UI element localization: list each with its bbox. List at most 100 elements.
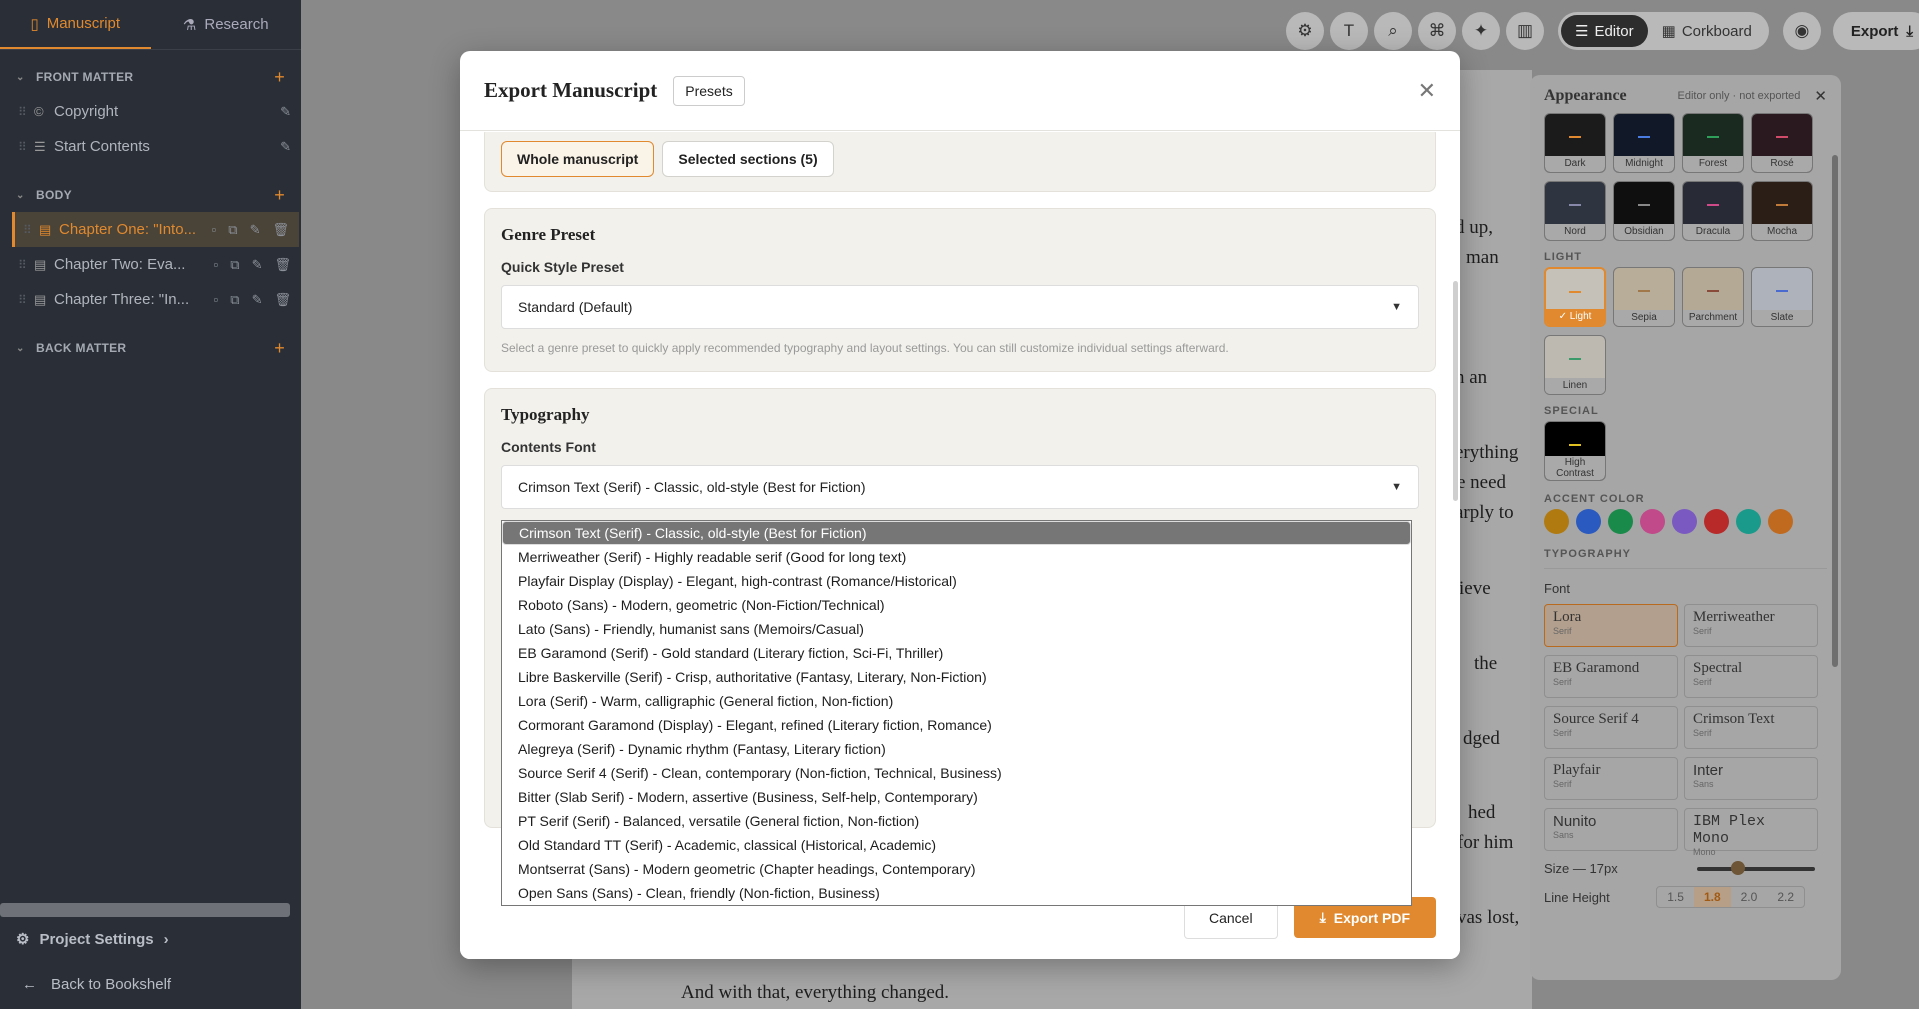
whole-manuscript-button[interactable]: Whole manuscript xyxy=(501,141,655,177)
font-option[interactable]: Old Standard TT (Serif) - Academic, clas… xyxy=(502,833,1411,857)
section-body[interactable]: ⌄ BODY + xyxy=(0,178,301,212)
accent-color-swatch[interactable] xyxy=(1672,509,1697,534)
theme-swatch[interactable]: Parchment xyxy=(1682,267,1744,327)
edit-icon[interactable]: ✎ xyxy=(250,222,261,238)
settings-icon[interactable]: ⚙ xyxy=(1286,12,1324,50)
drag-handle-icon[interactable]: ⠿ xyxy=(18,140,34,154)
delete-icon[interactable]: 🗑 xyxy=(274,257,291,273)
drag-handle-icon[interactable]: ⠿ xyxy=(18,293,34,307)
theme-swatch[interactable]: Nord xyxy=(1544,181,1606,241)
font-option[interactable]: Source Serif 4 (Serif) - Clean, contempo… xyxy=(502,761,1411,785)
add-icon[interactable]: + xyxy=(274,185,285,206)
editor-view-button[interactable]: ☰ Editor xyxy=(1561,15,1648,47)
duplicate-icon[interactable]: ⧉ xyxy=(228,222,237,238)
line-height-option[interactable]: 2.0 xyxy=(1731,887,1768,907)
modal-scrollbar[interactable] xyxy=(1453,281,1458,501)
quick-style-select[interactable]: Standard (Default) ▼ xyxy=(501,285,1419,329)
notes-icon[interactable]: ▫ xyxy=(212,222,217,237)
contents-font-select[interactable]: Crimson Text (Serif) - Classic, old-styl… xyxy=(501,465,1419,509)
edit-icon[interactable]: ✎ xyxy=(280,104,291,120)
tab-manuscript[interactable]: ▯ Manuscript xyxy=(0,0,151,49)
drag-handle-icon[interactable]: ⠿ xyxy=(23,223,39,237)
theme-swatch[interactable]: Rosé xyxy=(1751,113,1813,173)
font-choice[interactable]: Merriweather Serif xyxy=(1684,604,1818,647)
drag-handle-icon[interactable]: ⠿ xyxy=(18,258,34,272)
font-option[interactable]: Cormorant Garamond (Display) - Elegant, … xyxy=(502,713,1411,737)
sparkle-icon[interactable]: ✦ xyxy=(1462,12,1500,50)
font-choice[interactable]: Spectral Serif xyxy=(1684,655,1818,698)
font-choice[interactable]: Lora Serif xyxy=(1544,604,1678,647)
theme-swatch[interactable]: Dracula xyxy=(1682,181,1744,241)
panel-scrollbar[interactable] xyxy=(1832,155,1838,667)
notes-icon[interactable]: ▫ xyxy=(214,292,219,307)
delete-icon[interactable]: 🗑 xyxy=(274,292,291,308)
sidebar-item-chapter-one[interactable]: ⠿ ▤ Chapter One: "Into... ▫ ⧉ ✎ 🗑 xyxy=(12,212,299,247)
font-choice[interactable]: Playfair Serif xyxy=(1544,757,1678,800)
slider-knob[interactable] xyxy=(1731,860,1746,875)
font-option[interactable]: Crimson Text (Serif) - Classic, old-styl… xyxy=(502,521,1411,545)
font-choice[interactable]: Inter Sans xyxy=(1684,757,1818,800)
font-option[interactable]: Playfair Display (Display) - Elegant, hi… xyxy=(502,569,1411,593)
preview-eye-icon[interactable]: ◉ xyxy=(1782,12,1821,50)
notes-icon[interactable]: ▫ xyxy=(214,257,219,272)
sidebar-item-copyright[interactable]: ⠿ © Copyright ✎ xyxy=(0,94,301,129)
theme-swatch[interactable]: High Contrast xyxy=(1544,421,1606,481)
font-option[interactable]: Roboto (Sans) - Modern, geometric (Non-F… xyxy=(502,593,1411,617)
close-icon[interactable]: ✕ xyxy=(1418,78,1436,104)
font-option[interactable]: EB Garamond (Serif) - Gold standard (Lit… xyxy=(502,641,1411,665)
theme-swatch[interactable]: Linen xyxy=(1544,335,1606,395)
duplicate-icon[interactable]: ⧉ xyxy=(230,292,239,308)
theme-swatch[interactable]: Sepia xyxy=(1613,267,1675,327)
line-height-option[interactable]: 1.5 xyxy=(1657,887,1694,907)
delete-icon[interactable]: 🗑 xyxy=(272,222,289,238)
section-front-matter[interactable]: ⌄ FRONT MATTER + xyxy=(0,60,301,94)
selected-sections-button[interactable]: Selected sections (5) xyxy=(662,141,834,177)
add-icon[interactable]: + xyxy=(274,67,285,88)
font-option[interactable]: PT Serif (Serif) - Balanced, versatile (… xyxy=(502,809,1411,833)
sidebar-item-chapter-three[interactable]: ⠿ ▤ Chapter Three: "In... ▫ ⧉ ✎ 🗑 xyxy=(0,282,301,317)
export-button[interactable]: Export ⤓ xyxy=(1832,12,1919,50)
duplicate-icon[interactable]: ⧉ xyxy=(230,257,239,273)
font-choice[interactable]: Nunito Sans xyxy=(1544,808,1678,851)
drag-handle-icon[interactable]: ⠿ xyxy=(18,105,34,119)
accent-color-swatch[interactable] xyxy=(1576,509,1601,534)
theme-swatch[interactable]: Obsidian xyxy=(1613,181,1675,241)
typography-icon[interactable]: T xyxy=(1330,12,1368,50)
theme-swatch[interactable]: ✓ Light xyxy=(1544,267,1606,327)
theme-swatch[interactable]: Forest xyxy=(1682,113,1744,173)
size-slider[interactable] xyxy=(1697,860,1815,875)
theme-swatch[interactable]: Slate xyxy=(1751,267,1813,327)
edit-icon[interactable]: ✎ xyxy=(280,139,291,155)
font-choice[interactable]: EB Garamond Serif xyxy=(1544,655,1678,698)
sidebar-item-start-contents[interactable]: ⠿ ☰ Start Contents ✎ xyxy=(0,129,301,164)
accent-color-swatch[interactable] xyxy=(1768,509,1793,534)
accent-color-swatch[interactable] xyxy=(1736,509,1761,534)
accent-color-swatch[interactable] xyxy=(1640,509,1665,534)
command-icon[interactable]: ⌘ xyxy=(1418,12,1456,50)
font-option[interactable]: Lora (Serif) - Warm, calligraphic (Gener… xyxy=(502,689,1411,713)
accent-color-swatch[interactable] xyxy=(1704,509,1729,534)
accent-color-swatch[interactable] xyxy=(1608,509,1633,534)
theme-swatch[interactable]: Midnight xyxy=(1613,113,1675,173)
add-icon[interactable]: + xyxy=(274,338,285,359)
font-option[interactable]: Lato (Sans) - Friendly, humanist sans (M… xyxy=(502,617,1411,641)
font-option[interactable]: Montserrat (Sans) - Modern geometric (Ch… xyxy=(502,857,1411,881)
accent-color-swatch[interactable] xyxy=(1544,509,1569,534)
font-option[interactable]: Libre Baskerville (Serif) - Crisp, autho… xyxy=(502,665,1411,689)
sidebar-item-chapter-two[interactable]: ⠿ ▤ Chapter Two: Eva... ▫ ⧉ ✎ 🗑 xyxy=(0,247,301,282)
project-settings-button[interactable]: ⚙ Project Settings › xyxy=(16,930,169,949)
font-option[interactable]: Bitter (Slab Serif) - Modern, assertive … xyxy=(502,785,1411,809)
edit-icon[interactable]: ✎ xyxy=(252,257,263,273)
font-choice[interactable]: Crimson Text Serif xyxy=(1684,706,1818,749)
edit-icon[interactable]: ✎ xyxy=(252,292,263,308)
close-icon[interactable]: ✕ xyxy=(1814,87,1827,105)
corkboard-view-button[interactable]: ▦ Corkboard xyxy=(1648,15,1766,47)
sidebar-scrollbar[interactable] xyxy=(0,903,290,917)
font-choice[interactable]: Source Serif 4 Serif xyxy=(1544,706,1678,749)
presets-button[interactable]: Presets xyxy=(673,75,745,106)
font-option[interactable]: Alegreya (Serif) - Dynamic rhythm (Fanta… xyxy=(502,737,1411,761)
font-option[interactable]: Merriweather (Serif) - Highly readable s… xyxy=(502,545,1411,569)
section-back-matter[interactable]: ⌄ BACK MATTER + xyxy=(0,331,301,365)
font-choice[interactable]: IBM Plex Mono Mono xyxy=(1684,808,1818,857)
theme-swatch[interactable]: Mocha xyxy=(1751,181,1813,241)
